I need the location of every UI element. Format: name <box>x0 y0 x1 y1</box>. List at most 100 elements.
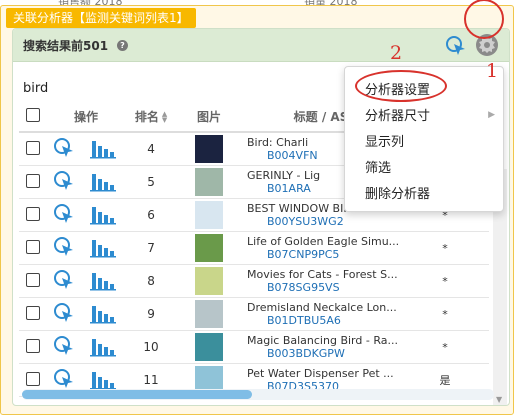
keyword-label: bird <box>23 81 49 96</box>
flag-cell: * <box>401 264 490 298</box>
row-select-tool-cell <box>47 264 81 298</box>
sort-icon[interactable]: ▲ ▼ <box>162 111 167 124</box>
product-title: Magic Balancing Bird - Ra... <box>247 334 398 347</box>
product-title: Life of Golden Eagle Simu... <box>247 235 400 248</box>
row-select-tool-cell <box>47 198 81 232</box>
image-cell <box>177 264 242 298</box>
menu-item-filter[interactable]: 筛选 <box>365 157 391 176</box>
rank-value: 10 <box>143 340 159 354</box>
row-chart-cell <box>81 198 126 232</box>
rank-value: 5 <box>147 175 155 189</box>
rank-cell: 4 <box>125 132 178 166</box>
product-thumbnail[interactable] <box>195 135 224 163</box>
row-select-tool-cell <box>47 297 81 331</box>
product-thumbnail[interactable] <box>195 234 224 262</box>
rank-cell: 8 <box>125 264 178 298</box>
row-checkbox[interactable] <box>26 305 40 320</box>
settings-highlight-oval <box>355 70 447 102</box>
submenu-arrow-icon: ▶ <box>488 110 495 120</box>
row-checkbox[interactable] <box>26 140 40 155</box>
table-row: 10 Magic Balancing Bird - Ra... B003BDKGPW… <box>19 330 490 364</box>
product-asin-link[interactable]: B078SG95VS <box>247 281 401 294</box>
flag-value: * <box>442 340 448 354</box>
header-ops: 操作 <box>47 101 126 133</box>
row-checkbox[interactable] <box>26 371 40 386</box>
row-checkbox[interactable] <box>26 239 40 254</box>
select-cursor-icon[interactable] <box>53 137 75 159</box>
row-checkbox[interactable] <box>26 338 40 353</box>
flag-cell: * <box>401 231 490 265</box>
image-cell <box>177 165 242 199</box>
title-cell: Magic Balancing Bird - Ra... B003BDKGPW <box>241 330 402 364</box>
product-asin-link[interactable]: B01DTBU5A6 <box>247 314 401 327</box>
bar-chart-icon[interactable] <box>90 236 116 258</box>
product-asin-link[interactable]: B00YSU3WG2 <box>247 215 401 228</box>
row-chart-cell <box>81 297 126 331</box>
menu-item-show-columns[interactable]: 显示列 <box>365 131 404 150</box>
rank-cell: 10 <box>125 330 178 364</box>
bar-chart-icon[interactable] <box>90 368 116 390</box>
gear-highlight-circle <box>464 0 504 39</box>
rank-value: 11 <box>143 373 159 387</box>
image-cell <box>177 132 242 166</box>
bar-chart-icon[interactable] <box>90 170 116 192</box>
header-select-all[interactable] <box>19 101 47 133</box>
bar-chart-icon[interactable] <box>90 203 116 225</box>
product-thumbnail[interactable] <box>195 168 224 196</box>
row-checkbox[interactable] <box>26 272 40 287</box>
help-icon[interactable]: ? <box>117 40 128 51</box>
header-image: 图片 <box>177 101 242 133</box>
title-cell: Movies for Cats - Forest S... B078SG95VS <box>241 264 402 298</box>
scroll-down-icon[interactable]: ▼ <box>496 395 502 404</box>
product-title: Movies for Cats - Forest S... <box>247 268 398 281</box>
flag-cell: * <box>401 330 490 364</box>
select-cursor-icon[interactable] <box>53 368 75 390</box>
select-cursor-icon[interactable] <box>445 35 467 57</box>
rank-cell: 6 <box>125 198 178 232</box>
bar-chart-icon[interactable] <box>90 335 116 357</box>
select-all-checkbox[interactable] <box>26 107 40 122</box>
select-cursor-icon[interactable] <box>53 203 75 225</box>
horizontal-scrollbar[interactable] <box>22 389 494 400</box>
menu-item-delete-analyzer[interactable]: 删除分析器 <box>365 183 430 202</box>
bar-chart-icon[interactable] <box>90 137 116 159</box>
bar-chart-icon[interactable] <box>90 269 116 291</box>
row-select-cell <box>19 330 47 364</box>
row-chart-cell <box>81 264 126 298</box>
title-cell: Dremisland Neckalce Lon... B01DTBU5A6 <box>241 297 402 331</box>
horizontal-scroll-thumb[interactable] <box>22 390 252 399</box>
menu-item-analyzer-size[interactable]: 分析器尺寸 <box>365 105 430 124</box>
product-thumbnail[interactable] <box>195 267 224 295</box>
select-cursor-icon[interactable] <box>53 269 75 291</box>
row-chart-cell <box>81 231 126 265</box>
product-thumbnail[interactable] <box>195 300 224 328</box>
select-cursor-icon[interactable] <box>53 302 75 324</box>
product-title: Pet Water Dispenser Pet ... <box>247 367 394 380</box>
flag-value: 是 <box>439 374 451 387</box>
table-row: 7 Life of Golden Eagle Simu... B07CNP9PC5 * <box>19 231 490 265</box>
annotation-number-1: 1 <box>486 60 499 82</box>
row-select-cell <box>19 264 47 298</box>
bar-chart-icon[interactable] <box>90 302 116 324</box>
annotation-number-2: 2 <box>390 42 403 64</box>
flag-value: * <box>442 307 448 321</box>
select-cursor-icon[interactable] <box>53 170 75 192</box>
product-thumbnail[interactable] <box>195 201 224 229</box>
row-checkbox[interactable] <box>26 206 40 221</box>
flag-value: * <box>442 274 448 288</box>
header-rank[interactable]: 排名 ▲ ▼ <box>125 101 178 133</box>
product-asin-link[interactable]: B003BDKGPW <box>247 347 401 360</box>
image-cell <box>177 231 242 265</box>
select-cursor-icon[interactable] <box>53 236 75 258</box>
product-asin-link[interactable]: B07CNP9PC5 <box>247 248 401 261</box>
product-thumbnail[interactable] <box>195 333 224 361</box>
row-chart-cell <box>81 132 126 166</box>
rank-cell: 7 <box>125 231 178 265</box>
title-cell: Life of Golden Eagle Simu... B07CNP9PC5 <box>241 231 402 265</box>
select-cursor-icon[interactable] <box>53 335 75 357</box>
rank-value: 7 <box>147 241 155 255</box>
row-select-cell <box>19 165 47 199</box>
row-checkbox[interactable] <box>26 173 40 188</box>
flag-value: * <box>442 241 448 255</box>
rank-cell: 9 <box>125 297 178 331</box>
